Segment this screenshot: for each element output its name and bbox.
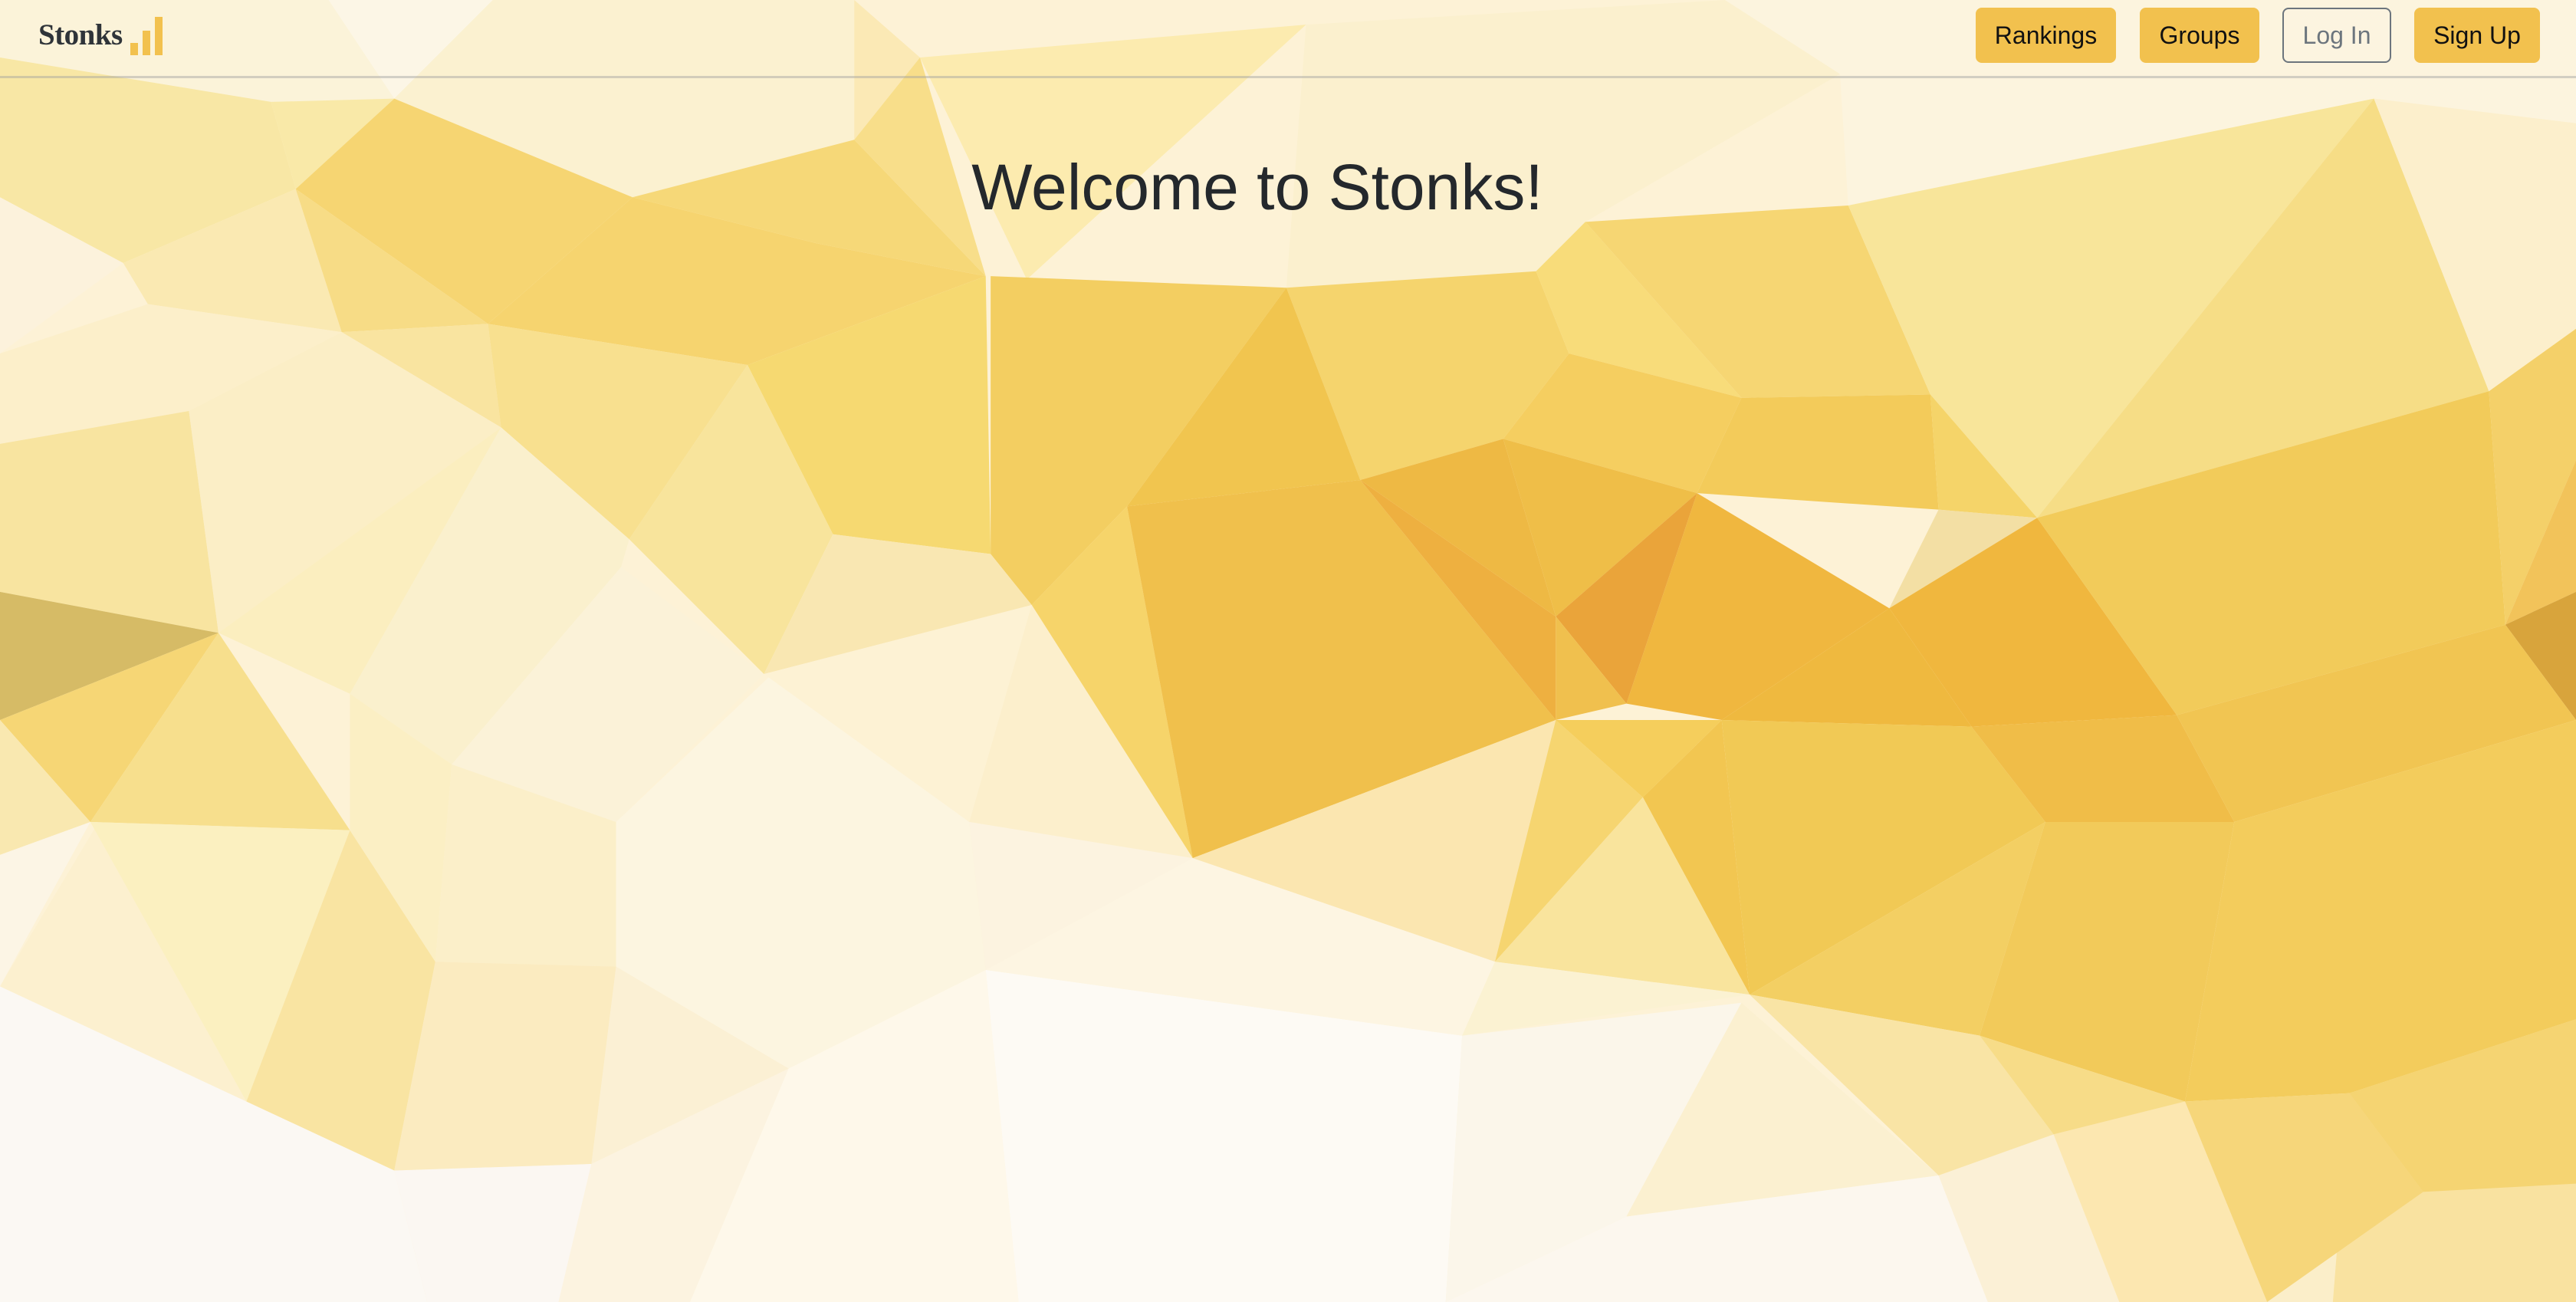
signup-button[interactable]: Sign Up bbox=[2414, 8, 2540, 63]
welcome-heading: Welcome to Stonks! bbox=[971, 151, 1543, 223]
login-button[interactable]: Log In bbox=[2282, 8, 2391, 63]
brand-logo[interactable]: Stonks bbox=[38, 11, 164, 58]
top-navbar: Stonks Rankings Groups Log In Sign Up bbox=[0, 0, 2576, 78]
groups-button[interactable]: Groups bbox=[2140, 8, 2259, 63]
brand-name: Stonks bbox=[38, 18, 123, 51]
rankings-button[interactable]: Rankings bbox=[1976, 8, 2116, 63]
bar-chart-icon bbox=[130, 17, 163, 55]
